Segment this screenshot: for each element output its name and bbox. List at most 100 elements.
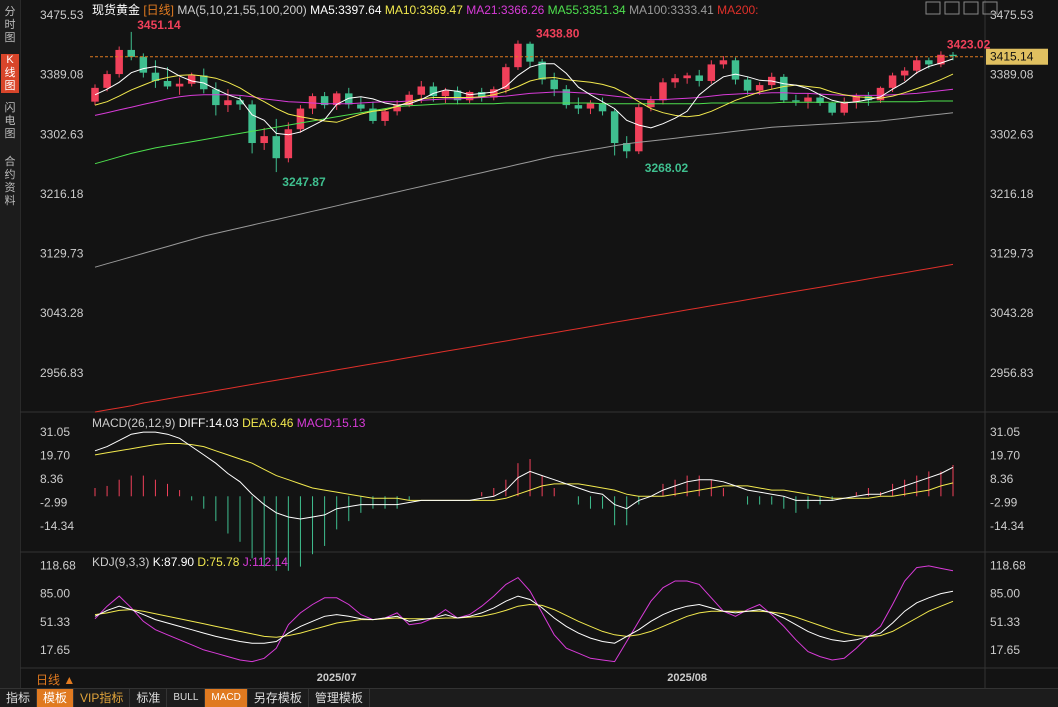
ma5-line [94, 58, 954, 136]
macd-y-tick-right: 8.36 [990, 472, 1014, 486]
macd-legend: MACD(26,12,9) DIFF:14.03 DEA:6.46 MACD:1… [92, 416, 366, 430]
tab-standard[interactable]: 标准 [130, 689, 168, 707]
kdj-d-line [94, 600, 954, 638]
kdj-k-line [94, 590, 954, 644]
kdj-y-tick-left: 17.65 [40, 643, 70, 657]
candle-body [212, 89, 220, 106]
tab-timeshare[interactable]: 分时图 [1, 6, 19, 45]
tab-kline[interactable]: K线图 [1, 54, 19, 93]
macd-y-tick-right: 19.70 [990, 449, 1020, 463]
legend-entry: MACD:15.13 [297, 416, 366, 430]
tab-macd[interactable]: MACD [205, 689, 248, 707]
candle-body [659, 82, 667, 101]
shrink-icon [944, 1, 960, 15]
y-tick-left: 3216.18 [40, 187, 84, 201]
candle-body [598, 103, 607, 112]
macd-y-tick-right: -2.99 [990, 495, 1018, 509]
macd-y-tick-left: 31.05 [40, 425, 70, 439]
tab-save-template[interactable]: 另存模板 [248, 689, 309, 707]
diff-line [94, 431, 954, 520]
candle-body [103, 74, 111, 88]
x-tick-label: 2025/08 [667, 672, 707, 684]
macd-y-tick-left: 8.36 [40, 472, 64, 486]
candle-body [248, 104, 256, 144]
candle-body [115, 49, 123, 75]
macd-y-tick-right: -14.34 [990, 519, 1024, 533]
tab-flash-chart[interactable]: 闪电图 [1, 102, 19, 141]
candle-body [357, 104, 365, 109]
candle-body [381, 111, 389, 121]
legend-entry: KDJ(9,3,3) [92, 555, 153, 569]
chart-title: 现货黄金 [92, 2, 143, 17]
candle-body [828, 103, 836, 113]
candle-body [671, 78, 679, 83]
ma10-line [94, 73, 954, 123]
candle-body [610, 111, 619, 144]
candle-body [465, 92, 474, 101]
legend-entry: DEA:6.46 [242, 416, 297, 430]
legend-entry: K:87.90 [153, 555, 198, 569]
candle-body [925, 60, 933, 65]
chart-area[interactable]: 3475.53 3475.533389.08 3389.083302.63 3302.… [20, 0, 1058, 688]
y-tick-right: 3129.73 [990, 247, 1034, 261]
macd-y-tick-right: 31.05 [990, 425, 1020, 439]
macd-y-tick-left: -2.99 [40, 495, 68, 509]
legend-entry: MACD(26,12,9) [92, 416, 179, 430]
tab-template[interactable]: 模板 [37, 689, 75, 707]
tab-manage-template[interactable]: 管理模板 [309, 689, 370, 707]
y-tick-right: 3389.08 [990, 68, 1034, 82]
candle-body [900, 70, 909, 76]
macd-panel [94, 431, 954, 571]
y-tick-left: 3302.63 [40, 127, 84, 141]
macd-y-tick-left: -14.34 [40, 519, 74, 533]
candle-body [127, 49, 135, 57]
tab-bull[interactable]: BULL [167, 689, 206, 707]
legend-entry: MA10:3369.47 [385, 3, 466, 17]
candle-body [308, 96, 317, 109]
main-legend: 现货黄金 [日线] MA(5,10,21,55,100,200) MA5:339… [92, 2, 759, 17]
kdj-y-tick-right: 17.65 [990, 643, 1020, 657]
candle-body [804, 97, 812, 102]
y-tick-right: 3216.18 [990, 187, 1034, 201]
candle-body [949, 54, 957, 57]
kdj-legend: KDJ(9,3,3) K:87.90 D:75.78 J:112.14 [92, 555, 288, 569]
candle-body [755, 85, 764, 91]
price-annotation: 3438.80 [536, 26, 580, 40]
price-annotation: 3268.02 [645, 161, 689, 175]
y-tick-left: 3389.08 [40, 68, 84, 82]
kdj-y-tick-right: 51.33 [990, 615, 1020, 629]
indicator-tabs-bar: 指标 模板 VIP指标 标准 BULL MACD 另存模板 管理模板 [0, 688, 1058, 707]
candle-body [635, 107, 643, 152]
ma200-line [94, 263, 954, 413]
candle-body [780, 76, 788, 101]
expand-icon [925, 1, 941, 15]
kdj-y-tick-left: 118.68 [40, 558, 76, 572]
candle-body [224, 100, 232, 106]
kdj-panel [94, 565, 954, 663]
tab-vip-indicator[interactable]: VIP指标 [74, 689, 131, 707]
y-tick-right: 2956.83 [990, 366, 1034, 380]
candle-body [707, 64, 716, 81]
tab-indicator[interactable]: 指标 [0, 689, 38, 707]
candle-body [719, 60, 728, 65]
legend-entry: MA55:3351.34 [548, 3, 629, 17]
candle-body [139, 56, 148, 73]
candle-body [731, 60, 740, 80]
x-tick-label: 2025/07 [317, 672, 357, 684]
candle-body [441, 90, 450, 97]
ma55-line [94, 100, 953, 165]
candle-body [417, 86, 426, 95]
tab-contract-info[interactable]: 合约资料 [1, 156, 19, 208]
price-annotation: 3247.87 [282, 175, 326, 189]
macd-y-tick-left: 19.70 [40, 449, 70, 463]
candle-body [574, 105, 583, 109]
period-tag: [日线] [143, 3, 177, 17]
y-tick-left: 2956.83 [40, 366, 84, 380]
dea-line [94, 443, 954, 501]
period-selector[interactable]: 日线 ▲ [36, 671, 75, 688]
candle-body [913, 60, 921, 71]
candle-body [296, 108, 305, 130]
legend-entry: DIFF:14.03 [179, 416, 242, 430]
candle-body [792, 100, 800, 102]
y-tick-left: 3475.53 [40, 8, 84, 22]
